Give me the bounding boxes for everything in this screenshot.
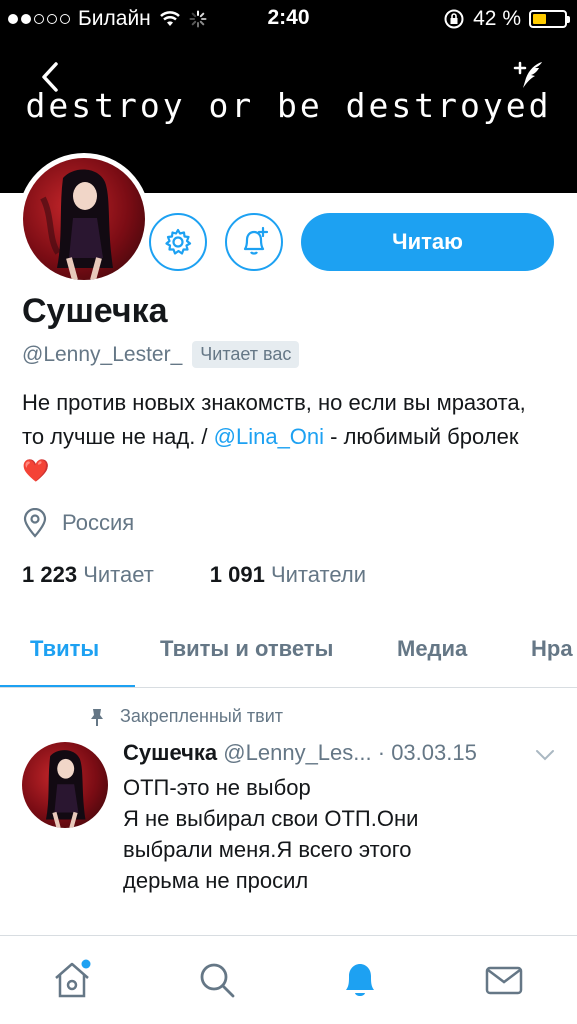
tweet-header: Сушечка @Lenny_Les... · 03.03.15 <box>123 740 477 766</box>
tab-tweets-and-replies[interactable]: Твиты и ответы <box>160 636 333 662</box>
bio-mention-link[interactable]: @Lina_Oni <box>214 424 324 449</box>
tweet-line: выбрали меня.Я всего этого <box>123 837 412 862</box>
bell-plus-icon <box>243 226 269 255</box>
pinned-tweet-label: Закрепленный твит <box>88 706 283 727</box>
tab-likes[interactable]: Нра <box>531 636 573 662</box>
following-button[interactable]: Читаю <box>301 213 554 271</box>
tweet-line: ОТП-это не выбор <box>123 775 311 800</box>
status-right: 42 % <box>443 7 570 31</box>
settings-button[interactable] <box>149 213 207 271</box>
chevron-down-icon[interactable] <box>535 748 555 762</box>
pinned-text: Закрепленный твит <box>120 706 284 726</box>
status-bar: Билайн 2:40 42 % <box>0 0 577 38</box>
profile-location: Россия <box>22 508 134 538</box>
followers-count: 1 091 <box>209 562 265 587</box>
bottom-tab-bar <box>0 935 577 1024</box>
battery-icon <box>529 10 570 28</box>
profile-tabs: Твиты Твиты и ответы Медиа Нра <box>0 620 577 688</box>
search-icon[interactable] <box>195 958 239 1002</box>
battery-percent: 42 % <box>473 7 521 30</box>
follow-counts: 1 223 Читает 1 091 Читатели <box>22 562 366 588</box>
gear-icon <box>165 228 192 255</box>
bell-icon[interactable] <box>338 958 382 1002</box>
tab-tweets[interactable]: Твиты <box>30 636 99 662</box>
following-label: Читает <box>83 562 154 587</box>
follows-you-badge: Читает вас <box>192 341 300 368</box>
profile-bio: Не против новых знакомств, но если вы мр… <box>22 386 542 488</box>
mail-icon[interactable] <box>482 958 526 1002</box>
tweet-line: Я не выбирал свои ОТП.Они <box>123 806 419 831</box>
notifications-toggle-button[interactable] <box>225 213 283 271</box>
following-count-link[interactable]: 1 223 Читает <box>22 562 154 588</box>
notification-dot <box>81 959 91 969</box>
tweet-avatar[interactable] <box>22 742 108 828</box>
heart-emoji: ❤️ <box>22 458 50 483</box>
tweet-author-handle[interactable]: @Lenny_Les... <box>223 740 371 765</box>
followers-label: Читатели <box>270 562 366 587</box>
tweet-author-name[interactable]: Сушечка <box>123 740 217 765</box>
pin-icon <box>91 708 103 726</box>
tweet-line: дерьма не просил <box>123 868 309 893</box>
banner-text: destroy or be destroyed <box>25 86 552 125</box>
tab-media[interactable]: Медиа <box>397 636 467 662</box>
tweet-text: ОТП-это не выбор Я не выбирал свои ОТП.О… <box>123 772 543 896</box>
avatar-image <box>40 169 113 280</box>
handle-row: @Lenny_Lester_ Читает вас <box>22 341 300 368</box>
location-pin-icon <box>23 508 47 538</box>
avatar-image <box>45 750 86 828</box>
profile-name: Сушечка <box>22 292 168 330</box>
rotation-lock-icon <box>444 9 464 29</box>
followers-count-link[interactable]: 1 091 Читатели <box>210 562 366 588</box>
tweet-date: · 03.03.15 <box>377 740 477 765</box>
profile-avatar[interactable] <box>18 153 150 285</box>
following-count: 1 223 <box>22 562 78 587</box>
home-icon[interactable] <box>50 958 94 1002</box>
location-text: Россия <box>62 510 135 535</box>
active-tab-indicator <box>0 685 135 687</box>
profile-handle: @Lenny_Lester_ <box>22 342 183 366</box>
bio-text-end: - любимый бролек <box>324 424 519 449</box>
